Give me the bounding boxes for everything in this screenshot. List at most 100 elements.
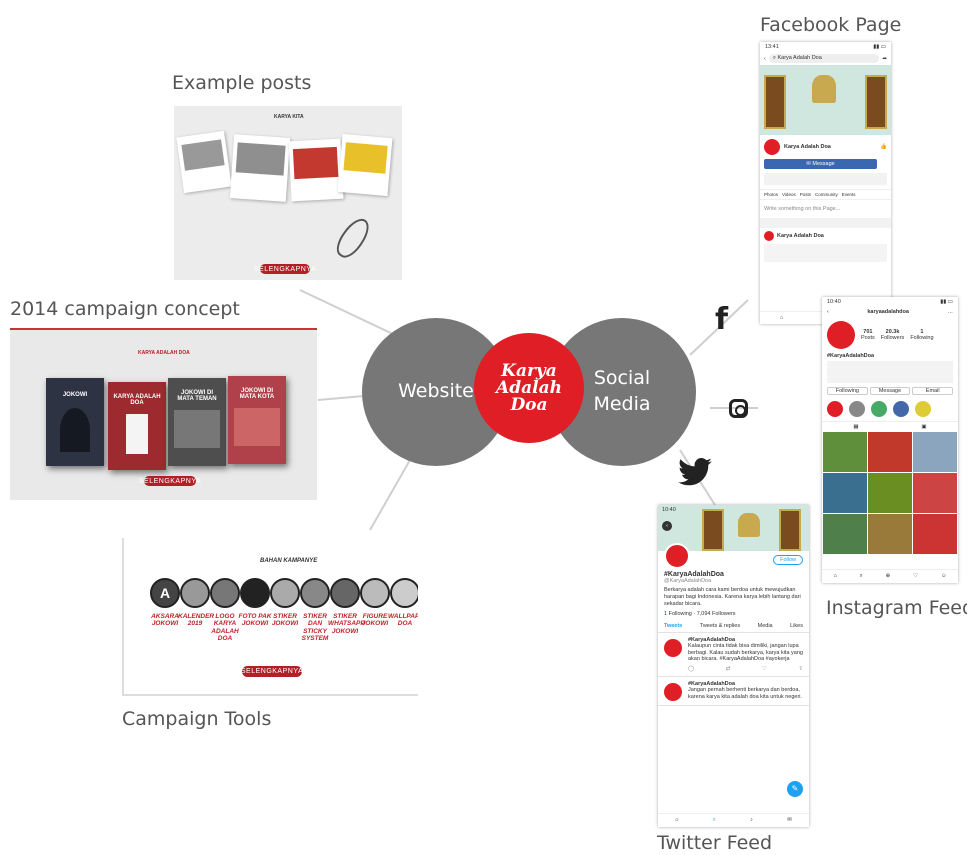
tweet-avatar — [664, 638, 682, 657]
tool-icon — [180, 578, 210, 608]
back-icon[interactable]: ‹ — [827, 309, 829, 315]
tool-item[interactable]: FOTO PAK JOKOWI — [238, 578, 272, 628]
tw-name: #KaryaAdalahDoa — [664, 571, 724, 578]
tool-item[interactable]: WALLPAPER DOA — [388, 578, 418, 628]
tw-follow-button[interactable]: Follow — [773, 555, 803, 565]
retweet-icon[interactable]: ⇄ — [726, 666, 731, 672]
post-card — [176, 130, 232, 194]
campaign-concept-panel: KARYA ADALAH DOA JOKOWI KARYA ADALAH DOA… — [10, 328, 317, 500]
fb-time: 13:41 — [765, 44, 779, 50]
concept-header: KARYA ADALAH DOA — [138, 350, 190, 356]
tagged-icon[interactable]: ▣ — [921, 424, 926, 430]
tw-tab[interactable]: Tweets — [664, 623, 682, 629]
tweet[interactable]: #KaryaAdalahDoa Kalaupun cinta tidak bis… — [658, 633, 809, 678]
tw-tab[interactable]: Media — [758, 623, 773, 629]
post-card — [229, 134, 291, 202]
ig-highlight[interactable] — [893, 401, 909, 417]
search-icon[interactable]: ⌕ — [860, 573, 863, 580]
twitter-icon — [678, 458, 712, 486]
posts-more-button[interactable]: SELENGKAPNYA — [254, 264, 316, 274]
like-icon[interactable]: 👍 — [880, 144, 887, 150]
tool-item[interactable]: A AKSARA JOKOWI — [148, 578, 182, 628]
like-icon[interactable]: ♡ — [762, 666, 767, 672]
example-posts-label: Example posts — [172, 72, 312, 94]
home-icon[interactable]: ⌂ — [780, 315, 783, 321]
ig-highlight[interactable] — [849, 401, 865, 417]
bell-icon[interactable]: ♪ — [750, 817, 753, 824]
more-icon[interactable]: … — [947, 309, 953, 315]
profile-icon[interactable]: ☺ — [941, 573, 947, 580]
home-icon[interactable]: ⌂ — [833, 573, 836, 580]
book-cover: JOKOWI DI MATA KOTA — [228, 376, 286, 464]
tool-icon — [300, 578, 330, 608]
ig-time: 10:40 — [827, 299, 841, 305]
back-icon[interactable]: ‹ — [662, 521, 672, 531]
home-icon[interactable]: ⌂ — [675, 817, 678, 824]
search-icon[interactable]: ⌕ — [713, 817, 716, 824]
fb-composer[interactable]: Write something on this Page... — [760, 200, 891, 218]
fb-tab[interactable]: Posts — [800, 192, 811, 197]
fb-tab[interactable]: Photos — [764, 192, 778, 197]
tw-tab[interactable]: Tweets & replies — [700, 623, 740, 629]
share-icon[interactable]: ➦ — [882, 56, 887, 62]
twitter-feed-label: Twitter Feed — [657, 832, 773, 854]
ig-email-button[interactable]: Email — [912, 387, 954, 395]
tweet-text: Kalaupun cinta tidak bisa dimiliki, jang… — [688, 642, 803, 663]
tool-icon — [390, 578, 418, 608]
mail-icon[interactable]: ✉ — [787, 817, 792, 824]
connector-tools — [369, 459, 411, 531]
tw-following-count[interactable]: 1 Following — [664, 611, 692, 617]
ig-highlight[interactable] — [915, 401, 931, 417]
fb-avatar — [764, 139, 780, 155]
ig-following-button[interactable]: Following — [827, 387, 868, 395]
heart-icon[interactable]: ♡ — [913, 573, 918, 580]
add-icon[interactable]: ⊕ — [886, 573, 891, 580]
instagram-icon — [729, 399, 748, 418]
compose-tweet-button[interactable]: ✎ — [787, 781, 803, 797]
ig-name: #KaryaAdalahDoa — [827, 353, 875, 359]
ig-avatar — [827, 321, 855, 349]
twitter-screenshot: 10:40 ‹ Follow #KaryaAdalahDoa @KaryaAda… — [658, 505, 809, 827]
tool-icon — [210, 578, 240, 608]
concept-more-button[interactable]: SELENGKAPNYA — [139, 476, 201, 486]
fb-search-bar[interactable]: ⌕ Karya Adalah Doa — [768, 54, 880, 63]
ig-followers-label: Followers — [880, 335, 905, 341]
tw-bio: Berkarya adalah cara kami berdoa untuk m… — [664, 587, 801, 607]
tools-more-button[interactable]: SELENGKAPNYA — [241, 666, 303, 677]
facebook-page-label: Facebook Page — [760, 14, 902, 36]
tool-icon — [330, 578, 360, 608]
ig-highlight[interactable] — [827, 401, 843, 417]
fb-tab[interactable]: Community — [815, 192, 838, 197]
tw-tab[interactable]: Likes — [790, 623, 803, 629]
tweet-text: Jangan pernah berhenti berkarya dan berd… — [688, 687, 803, 701]
tweet[interactable]: #KaryaAdalahDoa Jangan pernah berhenti b… — [658, 677, 809, 706]
example-posts-panel: KARYA KITA SELENGKAPNYA — [174, 106, 402, 280]
book-cover: JOKOWI DI MATA TEMAN — [168, 378, 226, 466]
tool-item[interactable]: FIGURE JOKOWI — [358, 578, 392, 628]
ig-message-button[interactable]: Message — [869, 387, 911, 395]
fb-tab[interactable]: Videos — [782, 192, 796, 197]
book-cover: KARYA ADALAH DOA — [108, 382, 166, 470]
tool-item[interactable]: KALENDER 2019 — [178, 578, 214, 628]
tool-icon: A — [150, 578, 180, 608]
back-icon[interactable]: ‹ — [764, 56, 766, 62]
grid-icon[interactable]: ▦ — [853, 424, 858, 430]
battery-icon: ▮▮ ▭ — [940, 299, 953, 305]
tw-followers-count[interactable]: 7,094 Followers — [697, 611, 736, 617]
karya-adalah-doa-logo: Karya Adalah Doa — [474, 333, 584, 443]
tool-item[interactable]: LOGO KARYA ADALAH DOA — [208, 578, 242, 643]
posts-header: KARYA KITA — [274, 114, 304, 120]
fb-tab[interactable]: Events — [842, 192, 856, 197]
tool-item[interactable]: STIKER DAN STICKY SYSTEM — [298, 578, 332, 643]
tool-item[interactable]: STIKER JOKOWI — [268, 578, 302, 628]
ig-highlight[interactable] — [871, 401, 887, 417]
ig-posts-label: Posts — [861, 335, 875, 341]
tool-item[interactable]: STIKER WHATSAPP JOKOWI — [328, 578, 365, 635]
reply-icon[interactable]: ◯ — [688, 666, 694, 672]
messenger-icon: ✉ — [806, 161, 811, 167]
tools-header: BAHAN KAMPANYE — [260, 558, 318, 564]
tw-handle: @KaryaAdalahDoa — [664, 578, 712, 584]
fb-message-button[interactable]: ✉ Message — [764, 159, 877, 169]
tool-icon — [360, 578, 390, 608]
share-icon[interactable]: ⇪ — [798, 666, 803, 672]
